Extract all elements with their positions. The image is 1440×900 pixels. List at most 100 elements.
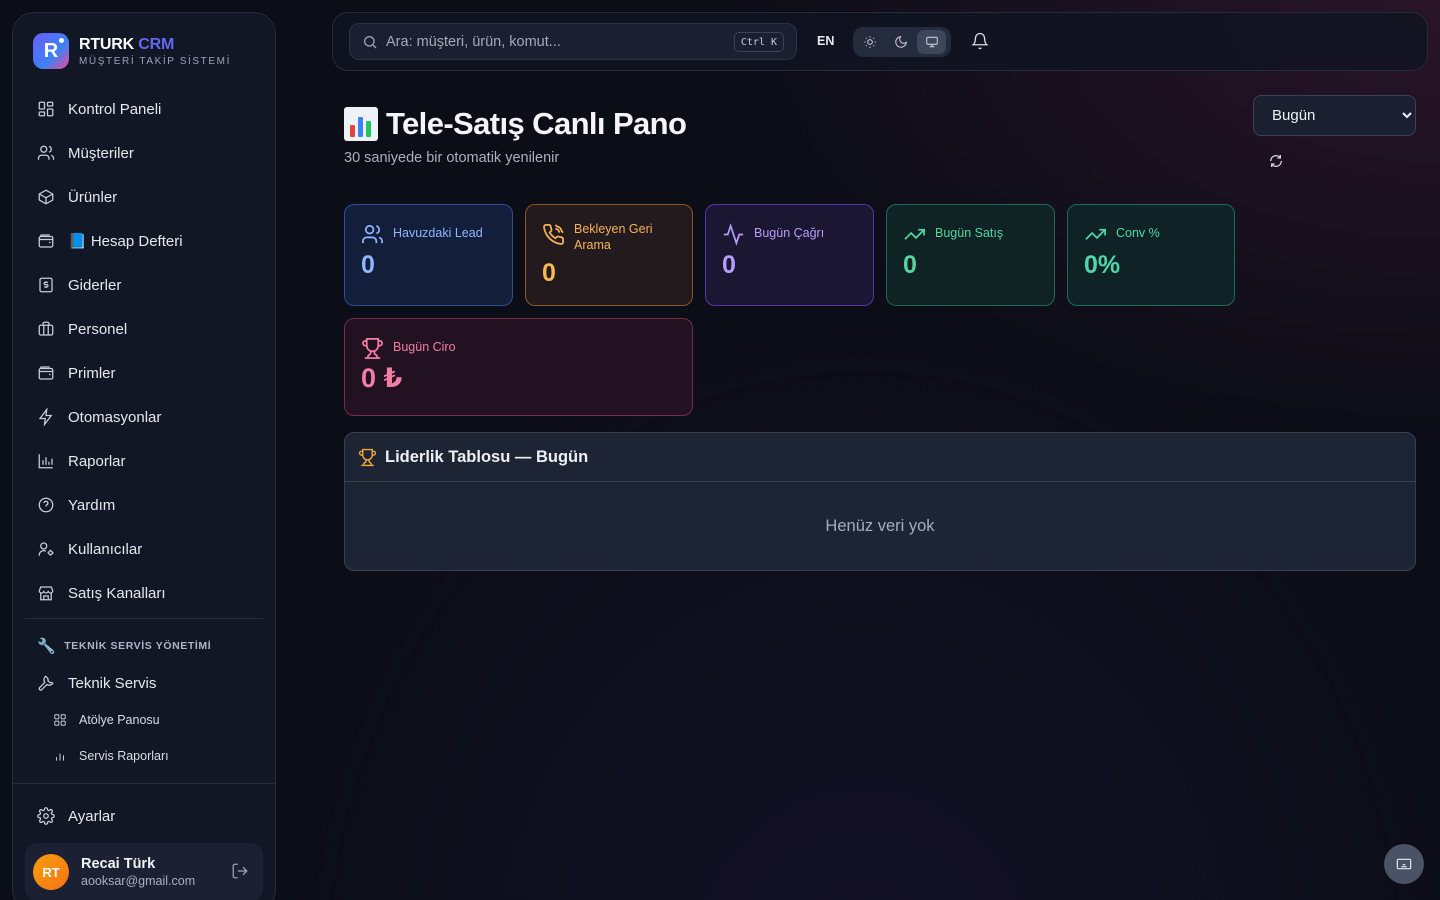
dark-theme-button[interactable]	[887, 30, 916, 54]
sidebar-item-sales-channels[interactable]: Satış Kanalları	[25, 571, 265, 615]
section-heading-technical-service: 🔧 TEKNİK SERVİS YÖNETİMİ	[37, 638, 212, 655]
system-theme-button[interactable]	[917, 30, 947, 54]
brand-subtitle: MÜŞTERİ TAKİP SİSTEMİ	[79, 55, 231, 67]
wallet-icon	[38, 234, 54, 248]
moon-icon	[895, 36, 907, 48]
sidebar-item-ledger[interactable]: 📘 Hesap Defteri	[25, 219, 265, 263]
sidebar-item-reports[interactable]: Raporlar	[25, 439, 265, 483]
wrench-icon: 🔧	[37, 638, 57, 655]
bar-chart-icon	[344, 107, 378, 141]
search-input[interactable]	[386, 33, 716, 50]
brand-logo: R	[33, 33, 69, 69]
sidebar-item-expenses[interactable]: Giderler	[25, 263, 265, 307]
sun-icon	[864, 36, 877, 48]
stat-value: 0	[722, 251, 736, 279]
user-email: aooksar@gmail.com	[81, 874, 196, 888]
stat-card-revenue-today: Bugün Ciro 0 ₺	[344, 318, 693, 416]
sidebar-item-help[interactable]: Yardım	[25, 483, 265, 527]
logout-button[interactable]	[231, 862, 249, 880]
sidebar-nav: Kontrol Paneli Müşteriler Ürünler 📘 Hesa…	[25, 87, 265, 615]
sidebar-item-staff[interactable]: Personel	[25, 307, 265, 351]
user-card[interactable]: RT Recai Türk aooksar@gmail.com	[25, 843, 263, 900]
bell-icon	[971, 32, 989, 50]
empty-state-text: Henüz veri yok	[825, 517, 935, 535]
light-theme-button[interactable]	[856, 30, 885, 54]
stat-value: 0	[903, 251, 917, 279]
brand[interactable]: R RTURK CRM MÜŞTERİ TAKİP SİSTEMİ	[33, 33, 231, 69]
sidebar-item-settings[interactable]: Ayarlar	[37, 803, 115, 829]
trophy-icon	[358, 448, 377, 466]
sidebar-item-bonuses[interactable]: Primler	[25, 351, 265, 395]
topbar: Ctrl K EN	[332, 12, 1428, 71]
search-icon	[364, 35, 377, 48]
stat-label: Conv %	[1116, 226, 1160, 240]
theme-switcher	[853, 27, 951, 57]
user-name: Recai Türk	[81, 856, 156, 872]
users-icon	[37, 145, 55, 160]
user-cog-icon	[38, 542, 54, 556]
period-select[interactable]: Bugün	[1253, 95, 1416, 136]
store-icon	[38, 586, 54, 601]
stat-label: Havuzdaki Lead	[393, 226, 483, 240]
leaderboard-title: Liderlik Tablosu — Bugün	[385, 447, 589, 466]
avatar: RT	[33, 854, 69, 890]
briefcase-icon	[38, 321, 54, 336]
page-subtitle: 30 saniyede bir otomatik yenilenir	[344, 150, 560, 166]
trophy-icon	[361, 337, 385, 361]
stat-value: 0	[361, 251, 375, 279]
logout-icon	[232, 863, 248, 879]
zap-icon	[38, 408, 53, 426]
stat-card-pending-callbacks: Bekleyen Geri Arama 0	[525, 204, 693, 306]
users-icon	[361, 223, 385, 247]
refresh-button[interactable]	[1268, 153, 1286, 171]
stat-label: Bugün Satış	[935, 226, 1004, 240]
divider	[13, 783, 275, 784]
language-toggle[interactable]: EN	[817, 34, 834, 48]
sidebar-item-technical-service[interactable]: Teknik Servis	[37, 669, 156, 697]
refresh-icon	[1270, 155, 1282, 167]
brand-title: RTURK CRM	[79, 35, 175, 53]
sidebar-subitem-workshop[interactable]: Atölye Panosu	[53, 709, 160, 731]
stat-value: 0	[542, 259, 556, 287]
sidebar-item-products[interactable]: Ürünler	[25, 175, 265, 219]
leaderboard-panel: Liderlik Tablosu — Bugün Henüz veri yok	[344, 432, 1416, 571]
wallet-icon	[38, 366, 54, 380]
trending-up-icon	[903, 223, 927, 247]
trending-up-icon	[1084, 223, 1108, 247]
search-box[interactable]: Ctrl K	[349, 23, 797, 60]
stat-card-conversion: Conv % 0%	[1067, 204, 1235, 306]
stat-value: 0 ₺	[361, 363, 403, 393]
sidebar-item-automations[interactable]: Otomasyonlar	[25, 395, 265, 439]
package-icon	[38, 189, 54, 205]
page-title: Tele-Satış Canlı Pano	[344, 106, 687, 142]
receipt-icon	[39, 277, 53, 293]
help-circle-icon	[38, 497, 54, 513]
stat-card-lead-pool: Havuzdaki Lead 0	[344, 204, 513, 306]
keyboard-icon	[1396, 858, 1412, 870]
stat-card-calls-today: Bugün Çağrı 0	[705, 204, 874, 306]
bar-chart-icon	[56, 753, 64, 761]
dashboard-icon	[38, 101, 54, 117]
shortcut-hint: Ctrl K	[733, 32, 784, 52]
stat-label: Bugün Çağrı	[754, 226, 825, 240]
stat-value: 0%	[1084, 251, 1121, 279]
sidebar-item-customers[interactable]: Müşteriler	[25, 131, 265, 175]
bar-chart-icon	[38, 454, 53, 469]
sidebar-item-users[interactable]: Kullanıcılar	[25, 527, 265, 571]
sidebar: R RTURK CRM MÜŞTERİ TAKİP SİSTEMİ Kontro…	[12, 12, 276, 900]
monitor-icon	[925, 36, 938, 48]
stat-label: Bugün Ciro	[393, 340, 456, 354]
keyboard-shortcuts-button[interactable]	[1384, 844, 1424, 884]
leaderboard-header: Liderlik Tablosu — Bugün	[345, 433, 1415, 482]
grid-icon	[54, 714, 66, 726]
stat-card-sales-today: Bugün Satış 0	[886, 204, 1055, 306]
activity-icon	[722, 223, 746, 247]
wrench-icon	[38, 675, 54, 691]
sidebar-subitem-service-reports[interactable]: Servis Raporları	[53, 745, 169, 767]
divider	[25, 618, 263, 619]
notifications-button[interactable]	[971, 32, 991, 52]
stat-label: Bekleyen Geri Arama	[574, 222, 653, 252]
sidebar-item-dashboard[interactable]: Kontrol Paneli	[25, 87, 265, 131]
gear-icon	[37, 807, 55, 825]
phone-callback-icon	[542, 223, 566, 247]
